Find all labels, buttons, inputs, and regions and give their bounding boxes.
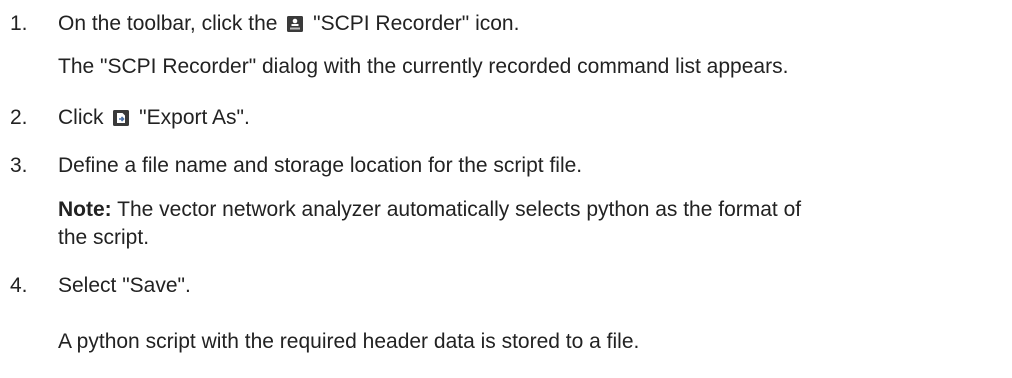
- step-3-note-line-2: the script.: [58, 226, 150, 249]
- step-1-number: 1.: [10, 12, 28, 35]
- instruction-list: 1. On the toolbar, click the "SCPI Recor…: [0, 0, 1012, 378]
- step-1-pre: On the toolbar, click the: [58, 12, 284, 35]
- step-2-pre: Click: [58, 106, 110, 129]
- scpi-recorder-icon: [287, 14, 304, 32]
- step-3-number: 3.: [10, 154, 28, 177]
- export-as-icon: [113, 108, 130, 126]
- note-label: Note:: [58, 198, 112, 221]
- step-4-number: 4.: [10, 274, 28, 297]
- step-2-number: 2.: [10, 106, 28, 129]
- step-3-note: Note: The vector network analyzer automa…: [58, 198, 801, 222]
- step-1-text: On the toolbar, click the "SCPI Recorder…: [58, 12, 519, 36]
- step-1-post: "SCPI Recorder" icon.: [307, 12, 520, 35]
- step-3-text: Define a file name and storage location …: [58, 154, 583, 177]
- step-2-text: Click "Export As".: [58, 106, 250, 130]
- note-line-1: The vector network analyzer automaticall…: [111, 198, 802, 221]
- step-2-post: "Export As".: [133, 106, 250, 129]
- step-1-result: The "SCPI Recorder" dialog with the curr…: [58, 55, 789, 78]
- step-4-text: Select "Save".: [58, 274, 191, 297]
- step-4-result: A python script with the required header…: [58, 330, 640, 353]
